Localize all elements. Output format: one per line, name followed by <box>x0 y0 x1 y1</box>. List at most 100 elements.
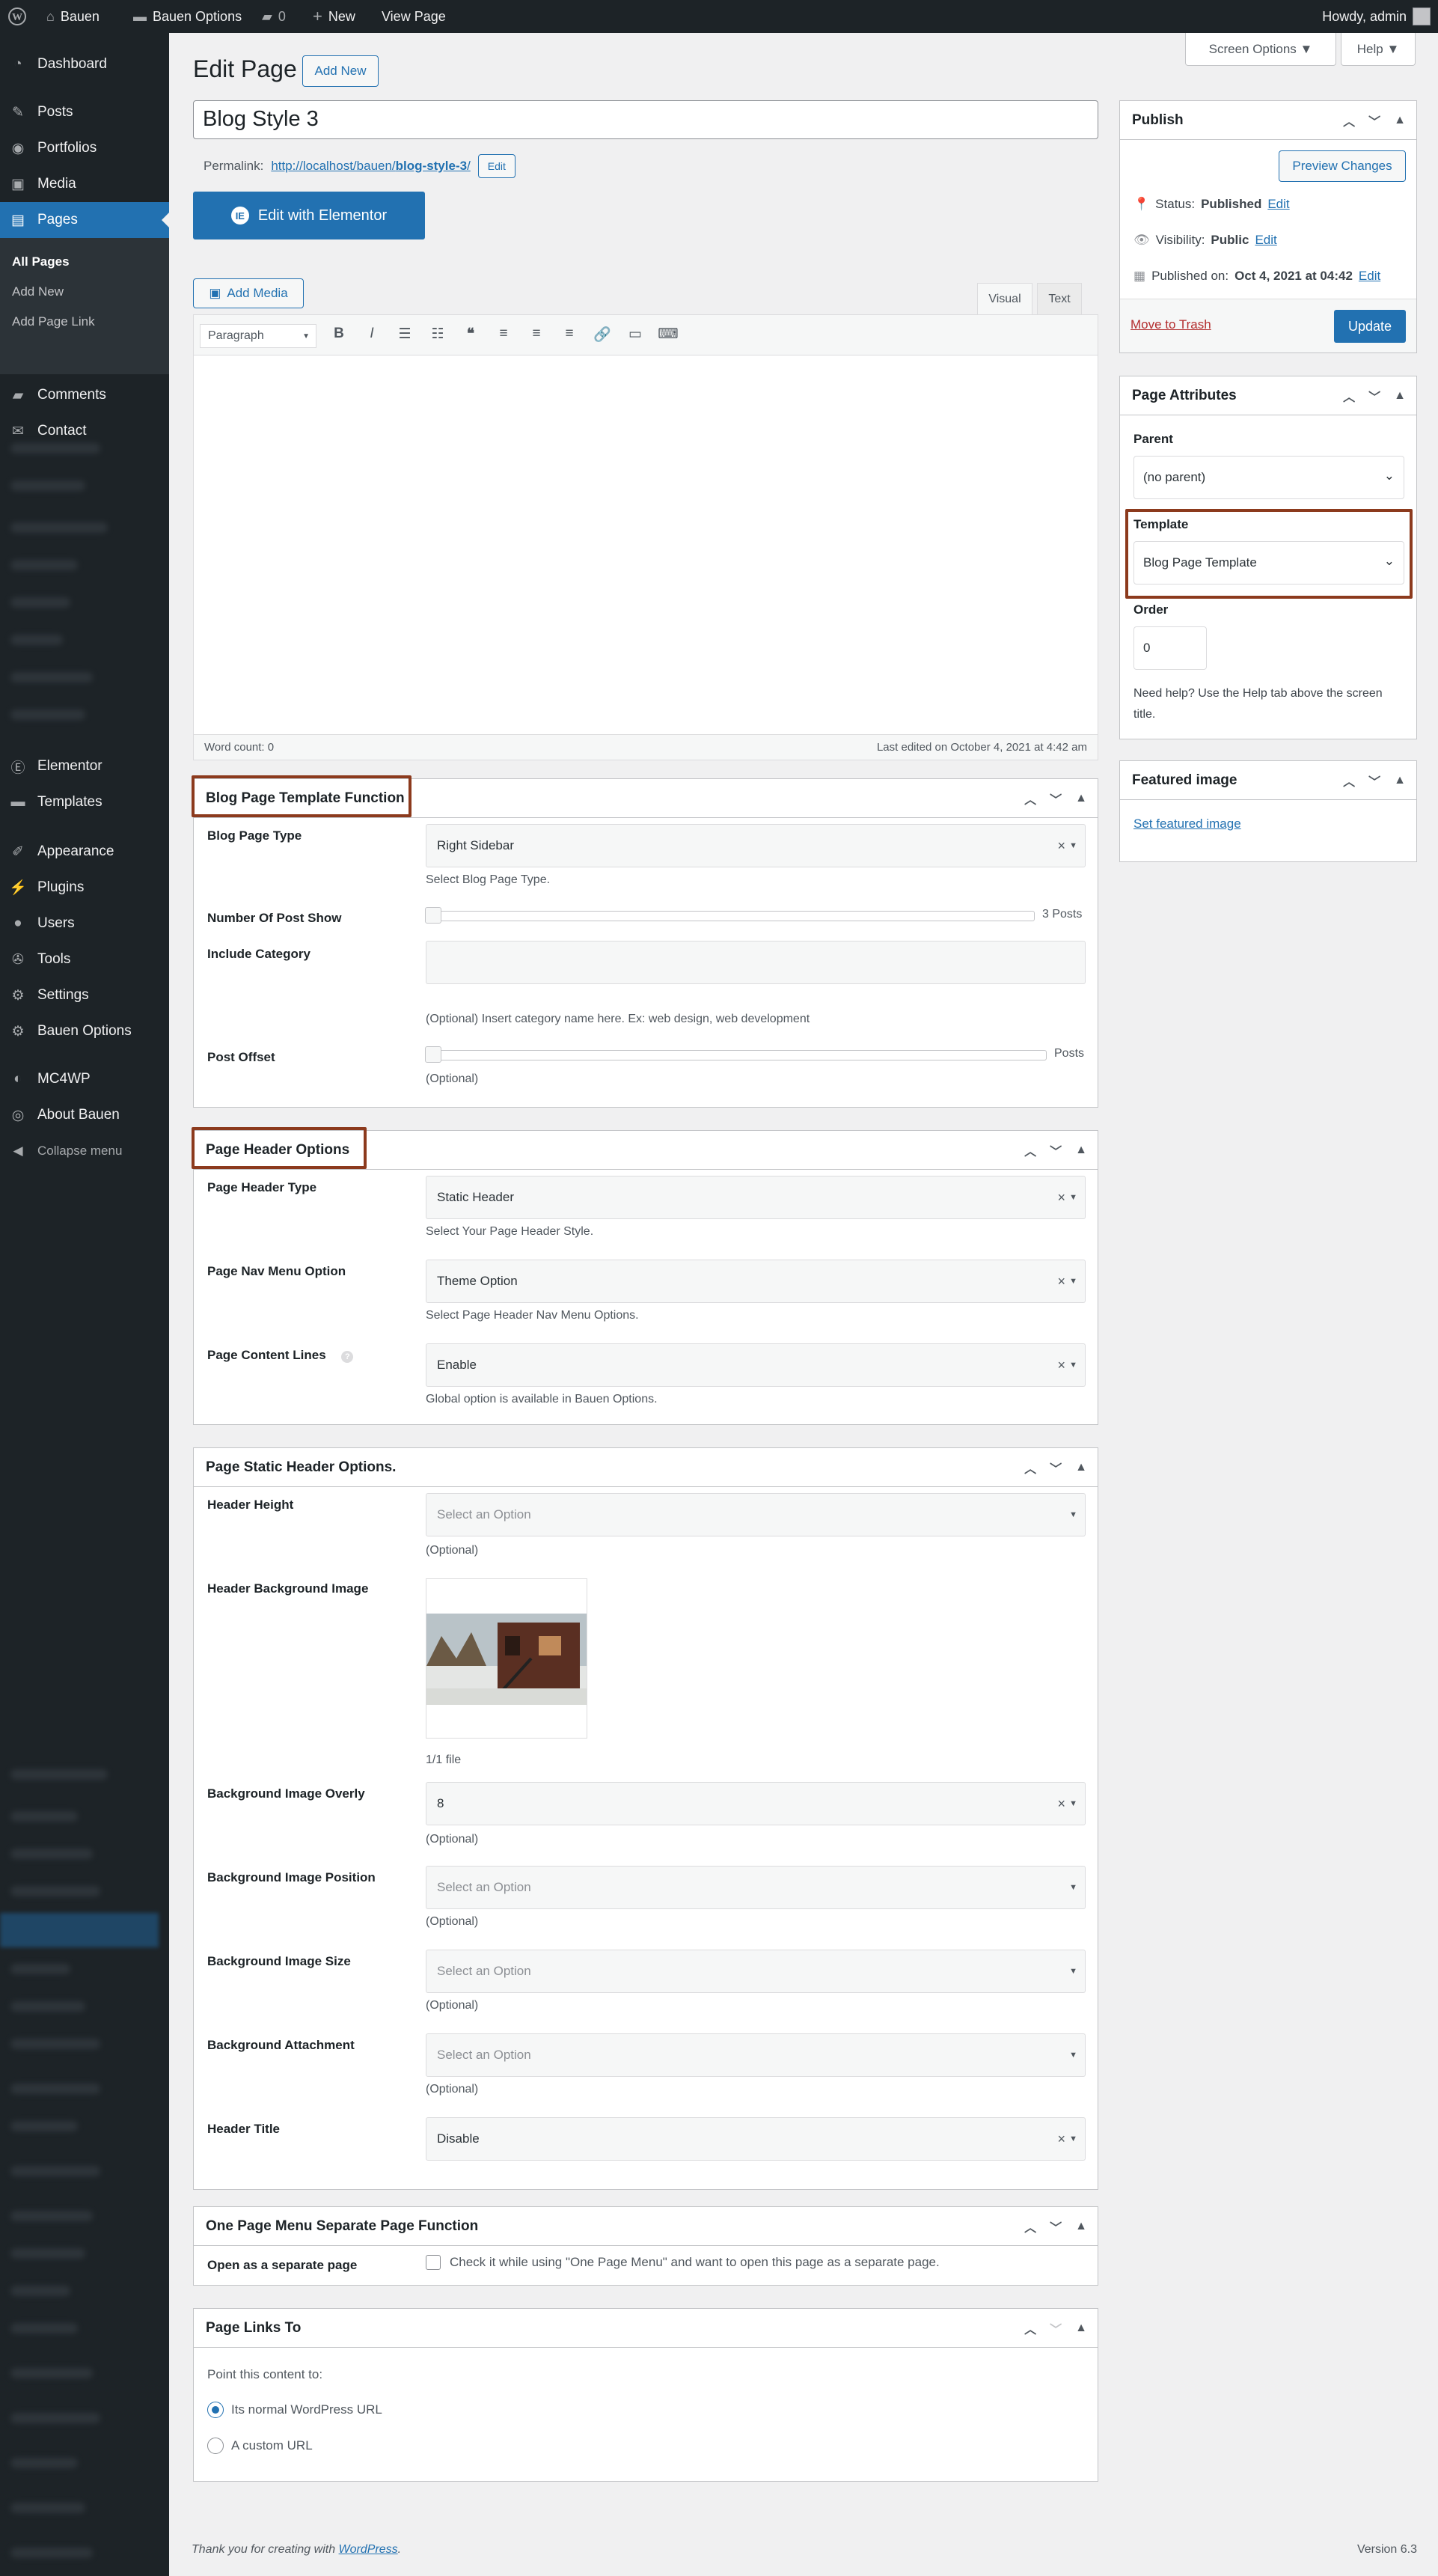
custom-url-option[interactable]: A custom URL <box>207 2438 313 2454</box>
menu-plugins[interactable]: ⚡ Plugins <box>0 870 169 906</box>
submenu-add-new[interactable]: Add New <box>12 284 64 299</box>
align-left-icon[interactable]: ≡ <box>493 326 514 344</box>
tab-text[interactable]: Text <box>1037 283 1082 314</box>
menu-comments[interactable]: ▰ Comments <box>0 377 169 413</box>
bauen-options-link[interactable]: ▬ Bauen Options <box>133 0 242 33</box>
header-background-image-upload[interactable] <box>426 1578 587 1739</box>
edit-visibility-link[interactable]: Edit <box>1255 233 1276 248</box>
chevron-up-icon[interactable]: ︿ <box>1343 387 1355 405</box>
edit-date-link[interactable]: Edit <box>1359 269 1380 284</box>
metabox-header[interactable]: Featured image ︿ ﹀ ▲ <box>1120 761 1416 800</box>
normal-url-option[interactable]: Its normal WordPress URL <box>207 2402 382 2418</box>
chevron-down-icon[interactable]: ﹀ <box>1050 1459 1062 1477</box>
toggle-panel-icon[interactable]: ▲ <box>1075 2322 1087 2335</box>
posts-count-slider[interactable] <box>425 907 1035 924</box>
bold-icon[interactable]: B <box>328 326 349 344</box>
wordpress-logo-icon[interactable]: W <box>7 0 27 33</box>
toggle-panel-icon[interactable]: ▲ <box>1075 2220 1087 2233</box>
post-offset-slider[interactable] <box>425 1046 1047 1063</box>
background-size-select[interactable]: Select an Option ▼ <box>426 1950 1086 1993</box>
format-select[interactable]: Paragraph ▼ <box>200 324 316 348</box>
metabox-header[interactable]: Page Static Header Options. ︿ ﹀ ▲ <box>194 1448 1098 1487</box>
clear-icon[interactable]: × <box>1057 1190 1065 1206</box>
link-icon[interactable]: 🔗 <box>592 326 613 344</box>
menu-pages[interactable]: ▤ Pages <box>0 202 169 238</box>
chevron-up-icon[interactable]: ︿ <box>1024 2319 1036 2337</box>
menu-elementor[interactable]: Ⓔ Elementor <box>0 748 169 784</box>
blockquote-icon[interactable]: ❝ <box>460 326 481 344</box>
chevron-up-icon[interactable]: ︿ <box>1024 2218 1036 2235</box>
align-right-icon[interactable]: ≡ <box>559 326 580 344</box>
toggle-panel-icon[interactable]: ▲ <box>1394 774 1406 787</box>
help-button[interactable]: Help ▼ <box>1341 33 1416 66</box>
chevron-up-icon[interactable]: ︿ <box>1343 112 1355 129</box>
collapse-menu-button[interactable]: ◀ Collapse menu <box>0 1133 169 1169</box>
toggle-panel-icon[interactable]: ▲ <box>1075 1144 1087 1157</box>
chevron-down-icon[interactable]: ﹀ <box>1368 387 1380 405</box>
clear-icon[interactable]: × <box>1057 1274 1065 1289</box>
edit-status-link[interactable]: Edit <box>1267 197 1289 212</box>
clear-icon[interactable]: × <box>1057 2131 1065 2147</box>
page-nav-menu-select[interactable]: Theme Option × ▼ <box>426 1260 1086 1303</box>
chevron-up-icon[interactable]: ︿ <box>1343 772 1355 790</box>
comments-link[interactable]: ▰ 0 <box>262 0 286 33</box>
add-new-page-button[interactable]: Add New <box>302 55 379 87</box>
numbered-list-icon[interactable]: ☷ <box>427 326 448 344</box>
edit-permalink-button[interactable]: Edit <box>477 154 515 178</box>
set-featured-image-link[interactable]: Set featured image <box>1133 817 1241 831</box>
chevron-up-icon[interactable]: ︿ <box>1024 1141 1036 1159</box>
toolbar-toggle-icon[interactable]: ⌨ <box>658 326 679 344</box>
include-category-input[interactable] <box>426 941 1086 984</box>
menu-templates[interactable]: ▬ Templates <box>0 784 169 820</box>
menu-appearance[interactable]: ✐ Appearance <box>0 834 169 870</box>
order-input[interactable]: 0 <box>1133 626 1207 670</box>
page-header-type-select[interactable]: Static Header × ▼ <box>426 1176 1086 1219</box>
header-height-select[interactable]: Select an Option ▼ <box>426 1493 1086 1536</box>
screen-options-button[interactable]: Screen Options ▼ <box>1185 33 1336 66</box>
content-editor[interactable]: Paragraph ▼ B I ☰ ☷ ❝ ≡ ≡ ≡ 🔗 ▭ ⌨ Word co… <box>193 314 1098 760</box>
page-content-lines-select[interactable]: Enable × ▼ <box>426 1343 1086 1387</box>
toggle-panel-icon[interactable]: ▲ <box>1075 1461 1087 1474</box>
clear-icon[interactable]: × <box>1057 838 1065 854</box>
question-icon[interactable]: ? <box>341 1351 354 1363</box>
chevron-down-icon[interactable]: ﹀ <box>1368 772 1380 790</box>
background-attachment-select[interactable]: Select an Option ▼ <box>426 2033 1086 2077</box>
preview-changes-button[interactable]: Preview Changes <box>1279 150 1406 182</box>
menu-tools[interactable]: ✇ Tools <box>0 941 169 977</box>
bullet-list-icon[interactable]: ☰ <box>394 326 415 344</box>
chevron-down-icon[interactable]: ﹀ <box>1050 790 1062 808</box>
slider-handle[interactable] <box>425 907 441 924</box>
metabox-header[interactable]: Page Attributes ︿ ﹀ ▲ <box>1120 376 1416 415</box>
parent-select[interactable]: (no parent) ⌄ <box>1133 456 1404 499</box>
toggle-panel-icon[interactable]: ▲ <box>1075 792 1087 805</box>
menu-about-bauen[interactable]: ◎ About Bauen <box>0 1097 169 1133</box>
separate-page-checkbox[interactable] <box>426 2255 441 2270</box>
edit-with-elementor-button[interactable]: IE Edit with Elementor <box>193 192 425 239</box>
menu-portfolios[interactable]: ◉ Portfolios <box>0 130 169 166</box>
clear-icon[interactable]: × <box>1057 1796 1065 1812</box>
submenu-all-pages[interactable]: All Pages <box>12 254 70 269</box>
menu-settings[interactable]: ⚙ Settings <box>0 977 169 1013</box>
menu-mc4wp[interactable]: ◐ MC4WP <box>0 1061 169 1097</box>
chevron-up-icon[interactable]: ︿ <box>1024 1459 1036 1477</box>
menu-posts[interactable]: ✎ Posts <box>0 94 169 130</box>
menu-dashboard[interactable]: ◔ Dashboard <box>0 46 169 82</box>
normal-url-radio[interactable] <box>207 2402 224 2418</box>
new-content-link[interactable]: + New <box>313 0 355 33</box>
align-center-icon[interactable]: ≡ <box>526 326 547 344</box>
blog-page-type-select[interactable]: Right Sidebar × ▼ <box>426 824 1086 867</box>
tab-visual[interactable]: Visual <box>977 283 1032 314</box>
toggle-panel-icon[interactable]: ▲ <box>1394 114 1406 127</box>
chevron-down-icon[interactable]: ﹀ <box>1368 112 1380 129</box>
chevron-down-icon[interactable]: ﹀ <box>1050 2319 1062 2337</box>
my-account-link[interactable]: Howdy, admin <box>1322 0 1431 33</box>
view-page-link[interactable]: View Page <box>382 0 446 33</box>
post-title-input[interactable]: Blog Style 3 <box>193 100 1098 139</box>
permalink-link[interactable]: http://localhost/bauen/blog-style-3/ <box>271 159 470 174</box>
submenu-add-page-link[interactable]: Add Page Link <box>12 314 95 329</box>
custom-url-radio[interactable] <box>207 2438 224 2454</box>
background-position-select[interactable]: Select an Option ▼ <box>426 1866 1086 1909</box>
menu-users[interactable]: ● Users <box>0 906 169 941</box>
update-button[interactable]: Update <box>1334 310 1406 343</box>
header-title-select[interactable]: Disable × ▼ <box>426 2117 1086 2161</box>
